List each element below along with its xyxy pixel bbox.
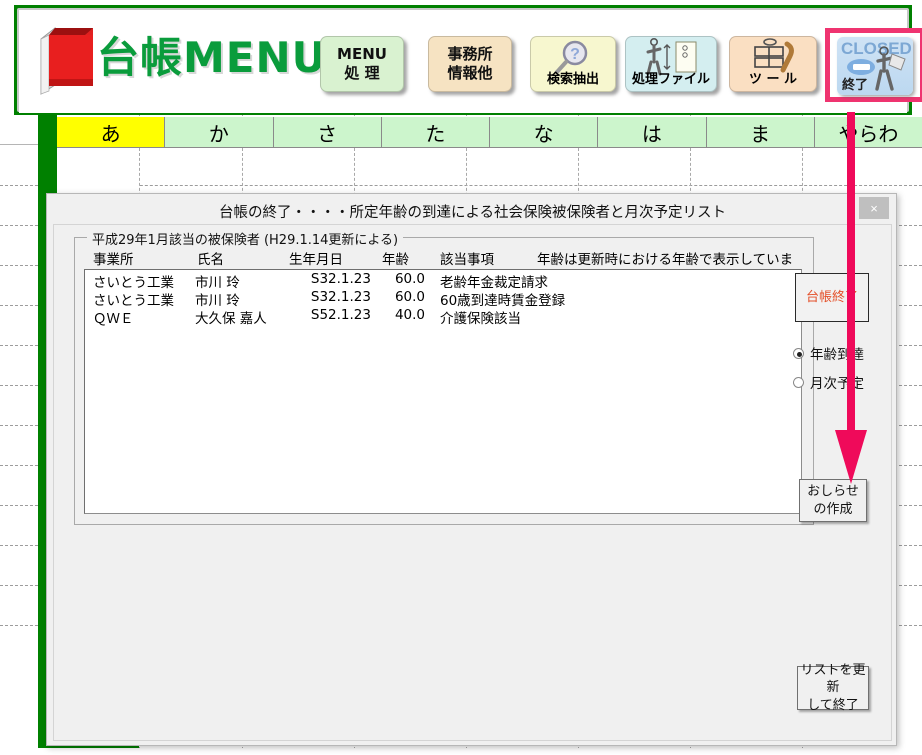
- person-file-icon: [626, 38, 716, 76]
- search-extract-caption: 検索抽出: [546, 71, 599, 87]
- office-info-line2: 情報他: [447, 64, 493, 82]
- refresh-and-exit-line2: して終了: [807, 697, 859, 713]
- create-notice-button[interactable]: おしらせ の作成: [799, 479, 867, 522]
- january-listbox[interactable]: さいとう工業 市川 玲 S32.1.23 60.0 老齢年金裁定請求 さいとう工…: [84, 269, 802, 514]
- dialog-title: 台帳の終了・・・・所定年齢の到達による社会保険被保険者と月次予定リスト: [218, 205, 727, 221]
- app-title-jp: 台帳: [97, 33, 184, 82]
- row-name: 大久保 嘉人: [195, 311, 267, 327]
- search-extract-button[interactable]: ? 検索抽出: [530, 36, 616, 92]
- row-dob: S32.1.23: [310, 271, 371, 287]
- create-notice-line2: の作成: [813, 501, 853, 517]
- menu-process-button[interactable]: MENU 処 理: [320, 36, 404, 92]
- kana-tab-strip: あ か さ た な は ま やらわ: [57, 117, 922, 148]
- list-column-headers: 事業所 氏名 生年月日 年齢 該当事項 年齢は更新時における年齢で表示しています…: [85, 248, 801, 288]
- header-name: 氏名: [197, 252, 224, 268]
- radio-monthly-schedule[interactable]: 月次予定: [793, 372, 864, 392]
- exit-label: 終了: [842, 78, 869, 93]
- row-item: 介護保険該当: [440, 311, 521, 327]
- refresh-and-exit-line1: リストを更新: [800, 662, 866, 696]
- exit-button[interactable]: CLOSED 終了: [837, 37, 913, 95]
- toolbar-panel: 台帳MENU MENU 処 理 事務所 情報他 ? 検索抽出 処理ファイル ツ …: [14, 5, 922, 115]
- wrench-icon: [730, 38, 816, 75]
- process-file-button[interactable]: 処理ファイル: [625, 36, 717, 92]
- january-group: 平成29年1月該当の被保険者 (H29.1.14更新による) 事業所 氏名 生年…: [74, 229, 814, 525]
- radio-monthly-schedule-label: 月次予定: [810, 376, 864, 392]
- close-icon[interactable]: ×: [859, 197, 889, 219]
- menu-process-line1: MENU: [337, 45, 387, 64]
- kana-tab-yarawa[interactable]: やらわ: [814, 117, 922, 148]
- table-row[interactable]: さいとう工業 市川 玲 S32.1.23 60.0 60歳到達時賃金登録: [85, 288, 801, 309]
- exit-ledger-label: 台帳終了: [805, 289, 858, 305]
- row-age: 60.0: [394, 271, 425, 287]
- app-title-en: MENU: [183, 33, 327, 82]
- exit-ledger-button[interactable]: 台帳終了: [795, 273, 869, 322]
- dialog-body: 平成29年1月該当の被保険者 (H29.1.14更新による) 事業所 氏名 生年…: [53, 224, 892, 741]
- app-title: 台帳MENU: [97, 24, 327, 85]
- header-employer: 事業所: [93, 252, 134, 268]
- kana-tab-ma[interactable]: ま: [706, 117, 815, 148]
- table-row[interactable]: ＱＷＥ 大久保 嘉人 S52.1.23 40.0 介護保険該当: [85, 306, 801, 327]
- office-info-button[interactable]: 事務所 情報他: [428, 36, 512, 92]
- svg-text:?: ?: [570, 46, 580, 63]
- refresh-and-exit-button[interactable]: リストを更新 して終了: [797, 663, 869, 713]
- tool-caption: ツ ー ル: [748, 71, 798, 87]
- january-group-legend: 平成29年1月該当の被保険者 (H29.1.14更新による): [87, 229, 404, 248]
- office-info-line1: 事務所: [447, 45, 493, 64]
- sheet-bottom-fill: [139, 748, 922, 755]
- row-age: 60.0: [394, 289, 425, 305]
- ledger-exit-dialog: 台帳の終了・・・・所定年齢の到達による社会保険被保険者と月次予定リスト × 平成…: [46, 193, 897, 746]
- kana-tab-ka[interactable]: か: [165, 117, 274, 148]
- exit-button-highlight[interactable]: CLOSED 終了: [825, 28, 922, 102]
- row-employer: ＱＷＥ: [93, 311, 134, 327]
- create-notice-line1: おしらせ: [807, 483, 859, 499]
- ledger-book-icon: [37, 23, 99, 95]
- kana-tab-na[interactable]: な: [490, 117, 599, 148]
- kana-tab-ta[interactable]: た: [381, 117, 490, 148]
- radio-age-reached[interactable]: 年齢到達: [793, 343, 864, 363]
- radio-dot-icon: [793, 347, 804, 359]
- kana-tab-sa[interactable]: さ: [273, 117, 382, 148]
- process-file-caption: 処理ファイル: [631, 71, 710, 87]
- row-age: 40.0: [394, 307, 425, 323]
- row-dob: S32.1.23: [310, 289, 371, 305]
- table-row[interactable]: さいとう工業 市川 玲 S32.1.23 60.0 老齢年金裁定請求: [85, 270, 801, 291]
- radio-age-reached-label: 年齢到達: [810, 347, 864, 363]
- radio-dot-icon: [793, 376, 804, 388]
- kana-tab-a[interactable]: あ: [57, 117, 166, 148]
- dialog-titlebar: 台帳の終了・・・・所定年齢の到達による社会保険被保険者と月次予定リスト ×: [47, 194, 898, 228]
- header-dob: 生年月日: [289, 252, 343, 268]
- kana-tab-ha[interactable]: は: [598, 117, 707, 148]
- header-item: 該当事項: [440, 252, 494, 268]
- row-dob: S52.1.23: [310, 307, 371, 323]
- header-age: 年齢: [382, 252, 409, 268]
- app-root: あ か さ た な は ま やらわ 台帳MENU MENU 処 理 事務所 情報…: [0, 0, 922, 755]
- menu-process-line2: 処 理: [344, 64, 380, 82]
- tool-button[interactable]: ツ ー ル: [729, 36, 817, 92]
- magnifier-icon: ?: [531, 39, 615, 75]
